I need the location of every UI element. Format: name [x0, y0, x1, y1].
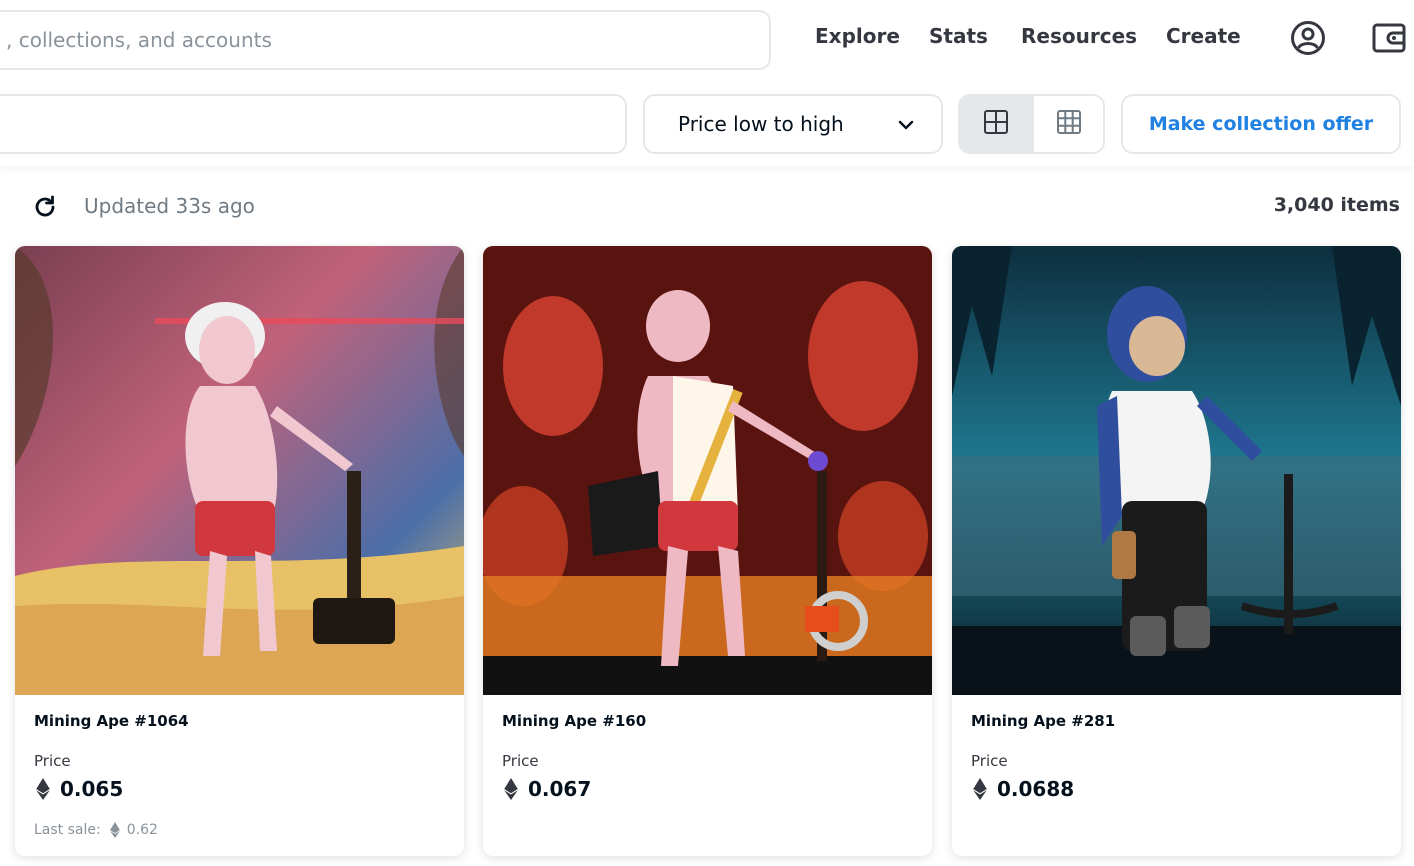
account-icon[interactable] [1290, 20, 1326, 56]
make-collection-offer-button[interactable]: Make collection offer [1121, 94, 1401, 154]
last-sale-value: 0.62 [126, 822, 158, 838]
price-value: 0.065 [60, 777, 124, 801]
nft-image [483, 246, 932, 695]
ethereum-icon [109, 822, 120, 838]
refresh-icon[interactable] [32, 194, 58, 220]
last-sale: Last sale: 0.62 [34, 822, 158, 838]
search-bar[interactable] [0, 10, 771, 70]
small-grid-button[interactable] [1032, 96, 1103, 152]
ethereum-icon [504, 778, 518, 800]
large-grid-button[interactable] [960, 96, 1032, 152]
nft-name: Mining Ape #1064 [34, 712, 189, 730]
nft-card[interactable]: Mining Ape #160 Price 0.067 [483, 246, 932, 856]
item-count: 3,040 items [1273, 194, 1400, 216]
price-label: Price [502, 752, 539, 770]
last-sale-label: Last sale: [34, 822, 101, 838]
sort-label: Price low to high [678, 112, 844, 136]
nft-name: Mining Ape #281 [971, 712, 1116, 730]
chevron-down-icon [897, 116, 915, 139]
nft-image [15, 246, 464, 695]
nav-stats[interactable]: Stats [929, 24, 988, 48]
ethereum-icon [973, 778, 987, 800]
price-label: Price [34, 752, 71, 770]
search-input[interactable] [6, 12, 746, 68]
nft-name: Mining Ape #160 [502, 712, 647, 730]
price-value: 0.067 [528, 777, 592, 801]
price-row: 0.067 [502, 776, 591, 802]
nft-card[interactable]: Mining Ape #281 Price 0.0688 [952, 246, 1401, 856]
nav-resources[interactable]: Resources [1021, 24, 1137, 48]
small-grid-icon [1056, 109, 1082, 140]
ethereum-icon [36, 778, 50, 800]
filter-search-input[interactable] [0, 94, 627, 154]
price-value: 0.0688 [997, 777, 1075, 801]
price-label: Price [971, 752, 1008, 770]
nav-explore[interactable]: Explore [815, 24, 900, 48]
price-row: 0.065 [34, 776, 123, 802]
last-updated-text: Updated 33s ago [84, 194, 255, 218]
collection-toolbar: Price low to high Make collection offer [0, 80, 1414, 166]
nav-create[interactable]: Create [1166, 24, 1241, 48]
view-toggle [958, 94, 1105, 154]
wallet-icon[interactable] [1371, 20, 1407, 56]
nft-card[interactable]: Mining Ape #1064 Price 0.065 Last sale: … [15, 246, 464, 856]
price-row: 0.0688 [971, 776, 1074, 802]
top-navigation: Explore Stats Resources Create [0, 0, 1414, 80]
large-grid-icon [983, 109, 1009, 140]
sort-dropdown[interactable]: Price low to high [643, 94, 943, 154]
nft-image [952, 246, 1401, 695]
